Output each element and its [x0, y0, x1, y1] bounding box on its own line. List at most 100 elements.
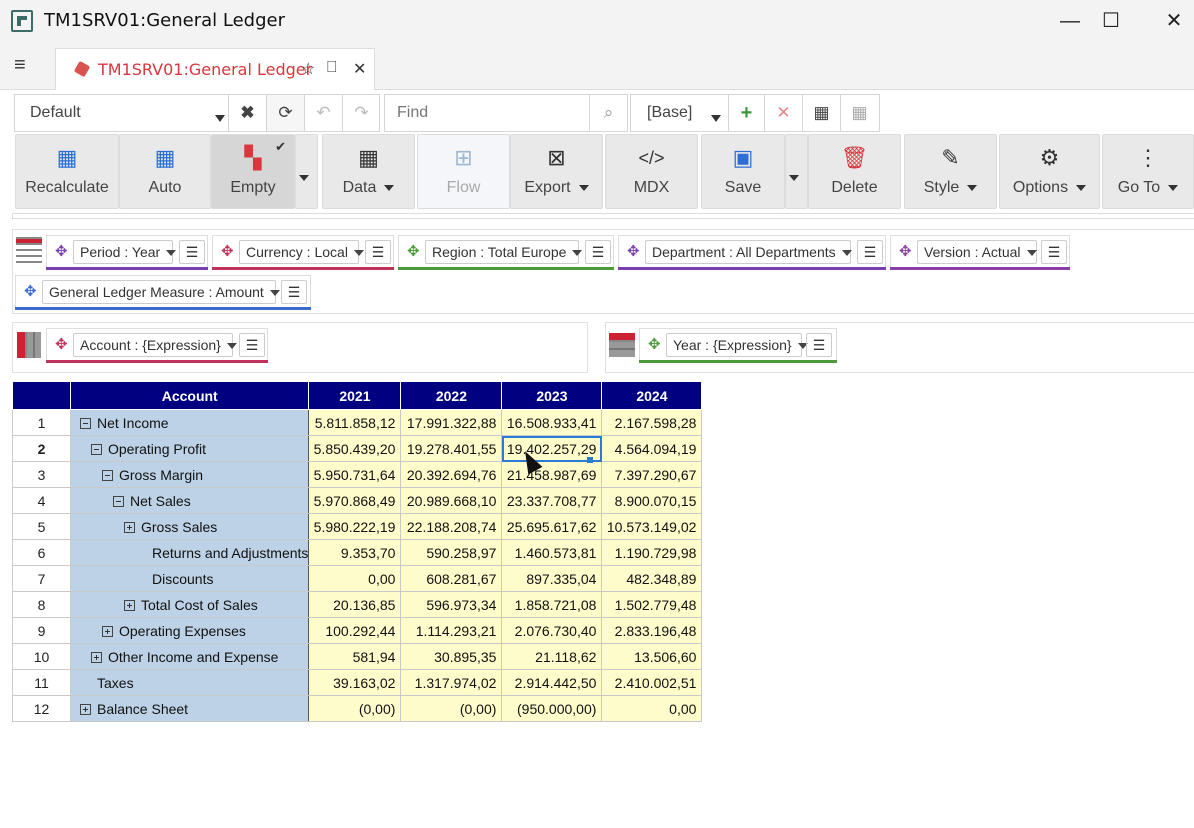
value-cell[interactable]: (950.000,00)	[501, 695, 603, 722]
data-button[interactable]: ▦ Data	[322, 134, 415, 209]
expand-icon[interactable]	[124, 599, 135, 611]
value-cell[interactable]: 482.348,89	[601, 565, 703, 592]
value-cell[interactable]: 100.292,44	[308, 617, 402, 644]
options-button[interactable]: ⚙ Options	[999, 134, 1100, 209]
value-cell[interactable]: 5.980.222,19	[308, 513, 402, 540]
expand-icon[interactable]	[102, 625, 113, 637]
value-cell[interactable]: 1.460.573,81	[501, 539, 603, 566]
period-select[interactable]: Period : Year	[73, 240, 177, 264]
value-cell[interactable]: 19.278.401,55	[400, 435, 503, 462]
value-cell[interactable]: 5.970.868,49	[308, 487, 402, 514]
move-icon[interactable]: ✥	[55, 242, 68, 260]
column-chip-year[interactable]: ✥ Year : {Expression} ☰	[639, 328, 837, 363]
view-select-chevron-icon[interactable]	[207, 110, 225, 128]
account-header[interactable]: Account	[69, 381, 310, 410]
menu-icon[interactable]: ≡	[14, 54, 38, 76]
tab-general-ledger[interactable]: TM1SRV01:General Ledger ☆ ⎕ ✕	[55, 48, 375, 90]
delete-button[interactable]: 🗑 Delete	[808, 134, 901, 209]
value-cell[interactable]: 1.317.974,02	[400, 669, 503, 696]
cell-fill-handle[interactable]	[587, 457, 593, 463]
redo-icon[interactable]: ↷	[342, 95, 380, 131]
expand-icon[interactable]	[80, 703, 91, 715]
refresh-icon[interactable]: ⟳	[266, 95, 304, 131]
value-cell[interactable]: 2.833.196,48	[601, 617, 703, 644]
value-cell[interactable]: 20.136,85	[308, 591, 402, 618]
value-cell[interactable]: 1.858.721,08	[501, 591, 603, 618]
empty-button[interactable]: ▚ Empty ✔	[211, 134, 295, 209]
move-icon[interactable]: ✥	[899, 242, 912, 260]
collapse-icon[interactable]	[113, 495, 124, 507]
move-icon[interactable]: ✥	[407, 242, 420, 260]
value-cell[interactable]: 9.353,70	[308, 539, 402, 566]
move-icon[interactable]: ✥	[627, 242, 640, 260]
value-cell[interactable]: 30.895,35	[400, 643, 503, 670]
value-cell[interactable]: 17.991.322,88	[400, 409, 503, 436]
value-cell[interactable]: 1.114.293,21	[400, 617, 503, 644]
value-cell[interactable]: 10.573.149,02	[601, 513, 703, 540]
currency-select[interactable]: Currency : Local	[239, 240, 364, 264]
measure-select[interactable]: General Ledger Measure : Amount	[42, 280, 280, 304]
context-chip-department[interactable]: ✥ Department : All Departments ☰	[618, 235, 886, 270]
context-chip-currency[interactable]: ✥ Currency : Local ☰	[212, 235, 394, 270]
auto-button[interactable]: ▦ Auto	[119, 134, 211, 209]
year-header[interactable]: 2023	[501, 381, 603, 410]
value-cell[interactable]: (0,00)	[400, 695, 503, 722]
value-cell[interactable]: 20.989.668,10	[400, 487, 503, 514]
account-cell[interactable]: Net Income	[69, 409, 310, 436]
value-cell[interactable]: 5.811.858,12	[308, 409, 402, 436]
value-cell[interactable]: 25.695.617,62	[501, 513, 603, 540]
subset-list-icon[interactable]: ☰	[179, 240, 205, 264]
value-cell[interactable]: 2.076.730,40	[501, 617, 603, 644]
context-chip-measure[interactable]: ✥ General Ledger Measure : Amount ☰	[15, 275, 311, 310]
maximize-button[interactable]: ☐	[1091, 6, 1131, 36]
subset-list-icon[interactable]: ☰	[585, 240, 611, 264]
value-cell[interactable]: 2.914.442,50	[501, 669, 603, 696]
version-select[interactable]: Version : Actual	[917, 240, 1037, 264]
table-link-icon[interactable]: ▦	[802, 95, 840, 131]
value-cell[interactable]: 21.118,62	[501, 643, 603, 670]
base-select-chevron-icon[interactable]	[703, 110, 721, 128]
value-cell[interactable]: 13.506,60	[601, 643, 703, 670]
star-icon[interactable]: ☆	[301, 59, 315, 79]
subset-list-icon[interactable]: ☰	[365, 240, 391, 264]
bookmark-icon[interactable]: ⎕	[327, 59, 337, 77]
table-remove-icon[interactable]: ▦	[840, 95, 878, 131]
minimize-button[interactable]: —	[1050, 6, 1090, 36]
value-cell[interactable]: 22.188.208,74	[400, 513, 503, 540]
account-cell[interactable]: Taxes	[69, 669, 310, 696]
move-icon[interactable]: ✥	[648, 335, 661, 353]
subset-list-icon[interactable]: ☰	[239, 333, 265, 357]
value-cell[interactable]: 39.163,02	[308, 669, 402, 696]
flow-button[interactable]: ⊞ Flow	[417, 134, 510, 209]
account-cell[interactable]: Balance Sheet	[69, 695, 310, 722]
account-cell[interactable]: Returns and Adjustments	[69, 539, 310, 566]
value-cell[interactable]: 608.281,67	[400, 565, 503, 592]
value-cell[interactable]: 0,00	[601, 695, 703, 722]
context-chip-period[interactable]: ✥ Period : Year ☰	[46, 235, 208, 270]
context-chip-region[interactable]: ✥ Region : Total Europe ☰	[398, 235, 614, 270]
remove-icon[interactable]: ✕	[764, 95, 802, 131]
view-select[interactable]: Default	[30, 104, 81, 122]
move-icon[interactable]: ✥	[55, 335, 68, 353]
subset-list-icon[interactable]: ☰	[1041, 240, 1067, 264]
subset-list-icon[interactable]: ☰	[806, 333, 832, 357]
goto-button[interactable]: ⋮ Go To	[1102, 134, 1194, 209]
account-cell[interactable]: Operating Expenses	[69, 617, 310, 644]
value-cell[interactable]: 16.508.933,41	[501, 409, 603, 436]
year-header[interactable]: 2024	[601, 381, 703, 410]
value-cell[interactable]: 2.167.598,28	[601, 409, 703, 436]
add-icon[interactable]: +	[728, 95, 764, 131]
recalculate-button[interactable]: ▦ Recalculate	[15, 134, 119, 209]
value-cell[interactable]: 897.335,04	[501, 565, 603, 592]
subset-list-icon[interactable]: ☰	[857, 240, 883, 264]
department-select[interactable]: Department : All Departments	[645, 240, 852, 264]
value-cell[interactable]: 2.410.002,51	[601, 669, 703, 696]
value-cell[interactable]: 21.458.987,69	[501, 461, 603, 488]
save-button[interactable]: ▣ Save	[701, 134, 785, 209]
value-cell[interactable]: 1.190.729,98	[601, 539, 703, 566]
base-select[interactable]: [Base]	[647, 104, 692, 122]
row-chip-account[interactable]: ✥ Account : {Expression} ☰	[46, 328, 268, 363]
value-cell[interactable]: 0,00	[308, 565, 402, 592]
account-cell[interactable]: Operating Profit	[69, 435, 310, 462]
region-select[interactable]: Region : Total Europe	[425, 240, 583, 264]
